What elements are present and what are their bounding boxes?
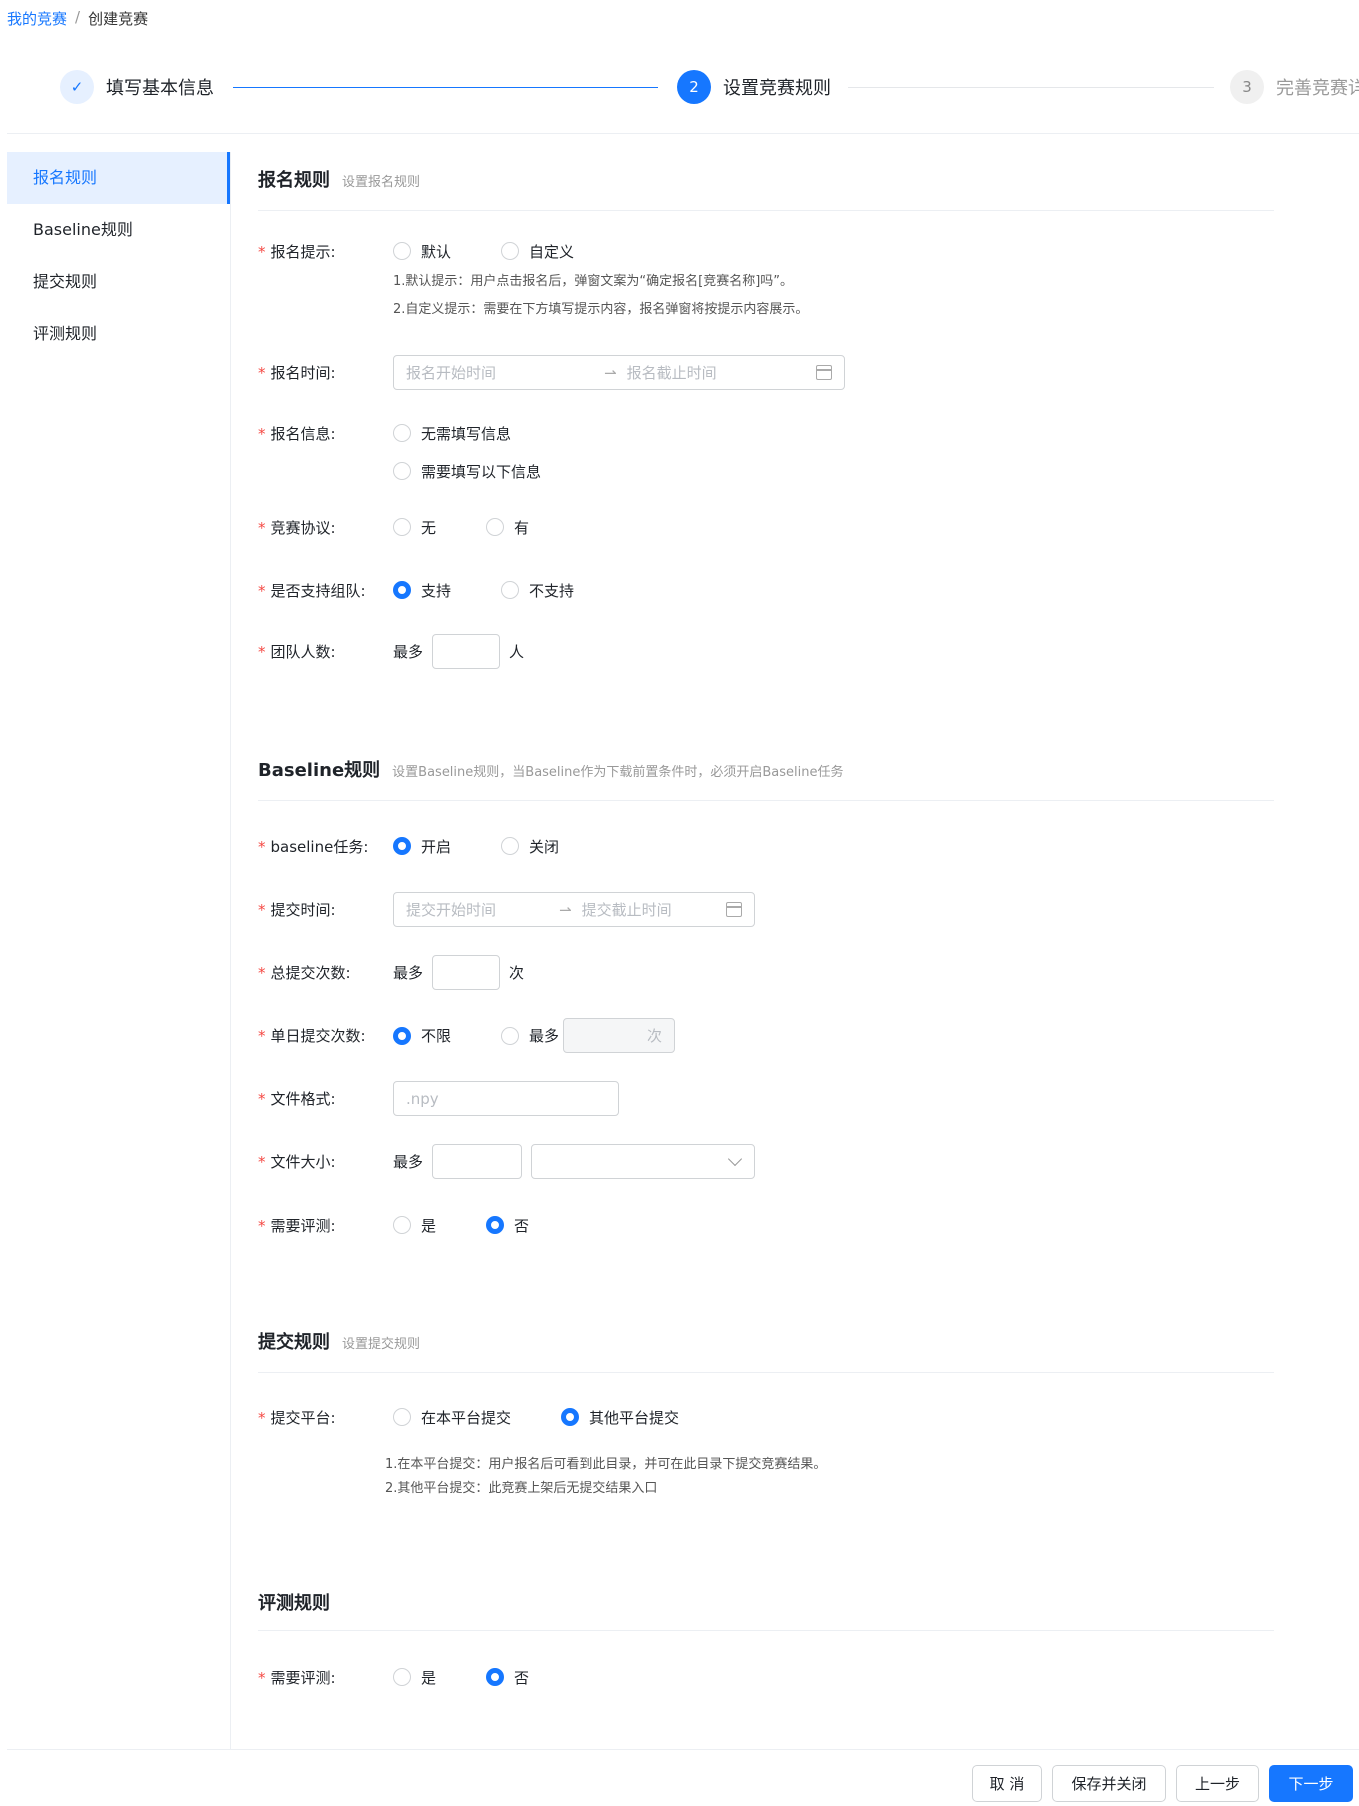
divider <box>7 1749 1359 1750</box>
breadcrumb-separator: / <box>75 8 81 26</box>
side-item-baseline[interactable]: Baseline规则 <box>7 204 230 256</box>
row-baseline-task: * baseline任务: 开启 关闭 <box>258 836 560 857</box>
step-number: 2 <box>677 70 711 104</box>
radio-prompt-custom[interactable]: 自定义 <box>501 241 574 262</box>
row-daily-submit: * 单日提交次数: 不限 最多 次 <box>258 1018 1274 1053</box>
team-size-input[interactable] <box>432 634 501 669</box>
prompt-hint: 1.默认提示：用户点击报名后，弹窗文案为“确定报名[竞赛名称]吗”。 2.自定义… <box>393 274 809 317</box>
registration-end-placeholder: 报名截止时间 <box>626 364 717 382</box>
radio-agreement-no[interactable]: 无 <box>393 517 436 538</box>
row-registration-time: * 报名时间: 报名开始时间 ⇀ 报名截止时间 <box>258 355 1274 390</box>
step-title: 设置竞赛规则 <box>723 78 831 99</box>
row-file-format: * 文件格式: .npy <box>258 1081 1274 1116</box>
radio-info-none[interactable]: 无需填写信息 <box>393 423 511 444</box>
row-evaluation: * 需要评测: 是 否 <box>258 1667 530 1688</box>
radio-baseline-eval-yes[interactable]: 是 <box>393 1215 436 1236</box>
submit-end-placeholder: 提交截止时间 <box>581 901 672 919</box>
steps-bar: ✓ 填写基本信息 2 设置竞赛规则 3 完善竞赛详情 <box>60 70 1359 110</box>
row-file-size: * 文件大小: 最多 <box>258 1144 1274 1179</box>
row-submit-platform: * 提交平台: 在本平台提交 其他平台提交 <box>258 1407 680 1428</box>
radio-info-required[interactable]: 需要填写以下信息 <box>393 461 541 482</box>
step-number: 3 <box>1230 70 1264 104</box>
side-item-submission[interactable]: 提交规则 <box>7 256 230 308</box>
radio-prompt-default[interactable]: 默认 <box>393 241 451 262</box>
breadcrumb: 我的竞赛 / 创建竞赛 <box>7 8 148 29</box>
step-contest-details[interactable]: 3 完善竞赛详情 <box>1230 70 1359 104</box>
step-connector-done <box>233 87 658 88</box>
divider <box>258 210 1274 211</box>
total-submit-input[interactable] <box>432 955 501 990</box>
check-icon: ✓ <box>60 70 94 104</box>
radio-eval-no[interactable]: 否 <box>486 1667 529 1688</box>
platform-hint: 1.在本平台提交：用户报名后可看到此目录，并可在此目录下提交竞赛结果。 2.其他… <box>385 1457 827 1496</box>
radio-platform-local[interactable]: 在本平台提交 <box>393 1407 511 1428</box>
radio-daily-max[interactable]: 最多 <box>501 1025 559 1046</box>
side-item-registration[interactable]: 报名规则 <box>7 152 230 204</box>
row-team: * 是否支持组队: 支持 不支持 <box>258 580 575 601</box>
side-menu: 报名规则 Baseline规则 提交规则 评测规则 <box>7 152 231 1750</box>
prev-step-button[interactable]: 上一步 <box>1176 1765 1259 1802</box>
step-title: 填写基本信息 <box>106 78 214 99</box>
divider <box>258 1630 1274 1631</box>
registration-start-placeholder: 报名开始时间 <box>406 364 497 382</box>
divider <box>7 133 1359 134</box>
daily-submit-input[interactable]: 次 <box>563 1018 676 1053</box>
step-title: 完善竞赛详情 <box>1276 78 1359 99</box>
registration-time-picker[interactable]: 报名开始时间 ⇀ 报名截止时间 <box>393 355 845 390</box>
radio-platform-other[interactable]: 其他平台提交 <box>561 1407 679 1428</box>
radio-team-no-support[interactable]: 不支持 <box>501 580 574 601</box>
side-item-evaluation[interactable]: 评测规则 <box>7 308 230 360</box>
section-evaluation-title: 评测规则 <box>258 1593 330 1614</box>
row-registration-prompt: * 报名提示: 默认 自定义 <box>258 241 575 262</box>
next-step-button[interactable]: 下一步 <box>1269 1765 1353 1802</box>
radio-baseline-eval-no[interactable]: 否 <box>486 1215 529 1236</box>
cancel-button[interactable]: 取 消 <box>972 1765 1042 1802</box>
radio-daily-unlimited[interactable]: 不限 <box>393 1025 451 1046</box>
divider <box>258 1372 1274 1373</box>
row-total-submit: * 总提交次数: 最多 次 <box>258 955 1274 990</box>
calendar-icon <box>726 902 742 917</box>
file-size-unit-select[interactable] <box>531 1144 756 1179</box>
footer-actions: 取 消 保存并关闭 上一步 下一步 <box>972 1765 1353 1802</box>
arrow-right-icon: ⇀ <box>604 363 617 382</box>
radio-team-support[interactable]: 支持 <box>393 580 451 601</box>
row-registration-info-2: 需要填写以下信息 <box>258 458 1274 484</box>
section-submission-title: 提交规则 设置提交规则 <box>258 1332 421 1353</box>
section-registration-title: 报名规则 设置报名规则 <box>258 170 421 191</box>
breadcrumb-current: 创建竞赛 <box>88 10 149 28</box>
submit-start-placeholder: 提交开始时间 <box>406 901 497 919</box>
section-baseline-title: Baseline规则 设置Baseline规则，当Baseline作为下载前置条… <box>258 760 844 781</box>
save-close-button[interactable]: 保存并关闭 <box>1052 1765 1166 1802</box>
file-format-input[interactable]: .npy <box>393 1081 619 1116</box>
row-agreement: * 竞赛协议: 无 有 <box>258 517 530 538</box>
calendar-icon <box>816 365 832 380</box>
submit-time-picker[interactable]: 提交开始时间 ⇀ 提交截止时间 <box>393 892 755 927</box>
arrow-right-icon: ⇀ <box>559 900 572 919</box>
divider <box>258 800 1274 801</box>
row-submit-time: * 提交时间: 提交开始时间 ⇀ 提交截止时间 <box>258 892 1274 927</box>
step-contest-rules[interactable]: 2 设置竞赛规则 <box>677 70 831 104</box>
step-connector-wait <box>848 87 1214 88</box>
chevron-down-icon <box>727 1151 743 1167</box>
file-size-input[interactable] <box>432 1144 523 1179</box>
radio-baseline-off[interactable]: 关闭 <box>501 836 559 857</box>
radio-agreement-yes[interactable]: 有 <box>486 517 529 538</box>
radio-eval-yes[interactable]: 是 <box>393 1667 436 1688</box>
radio-baseline-on[interactable]: 开启 <box>393 836 451 857</box>
row-baseline-eval: * 需要评测: 是 否 <box>258 1215 530 1236</box>
breadcrumb-my-contests[interactable]: 我的竞赛 <box>7 8 67 29</box>
step-basic-info[interactable]: ✓ 填写基本信息 <box>60 70 214 104</box>
row-registration-info-1: * 报名信息: 无需填写信息 <box>258 423 512 444</box>
row-team-size: * 团队人数: 最多 人 <box>258 634 1274 669</box>
